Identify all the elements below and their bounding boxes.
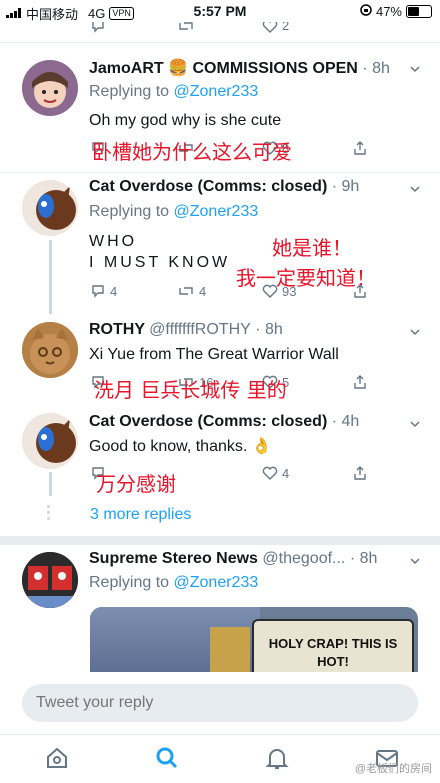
orientation-lock-icon <box>360 4 372 19</box>
avatar[interactable] <box>22 180 78 236</box>
retweet-icon <box>179 287 193 295</box>
reply-count: 4 <box>110 283 118 299</box>
replying-to: Replying to @Zoner233 <box>89 574 259 591</box>
search-icon[interactable] <box>154 745 180 771</box>
tweet-text-line: I MUST KNOW <box>89 254 231 271</box>
heart-icon <box>262 284 278 298</box>
avatar[interactable] <box>22 552 78 608</box>
chevron-down-icon[interactable] <box>410 556 420 566</box>
tweet-actions: 4 4 93 <box>90 283 380 305</box>
avatar[interactable] <box>22 322 78 378</box>
like-button[interactable]: 4 <box>262 465 289 481</box>
tweet-author[interactable]: JamoART 🍔 COMMISSIONS OPEN · 8h <box>89 58 390 78</box>
heart-icon <box>262 466 278 480</box>
like-button[interactable]: 93 <box>262 283 296 299</box>
reply-bar <box>0 672 440 734</box>
caption-overlay: 卧槽她为什么这么可爱 <box>92 140 292 164</box>
reply-input[interactable] <box>22 684 418 722</box>
retweet-button[interactable]: 4 <box>177 283 206 299</box>
tweet-author[interactable]: Cat Overdose (Comms: closed) · 9h <box>89 178 359 196</box>
mention-link[interactable]: @Zoner233 <box>174 203 259 220</box>
caption-overlay: 洗月 巨兵长城传 里的 <box>94 378 287 402</box>
share-icon[interactable] <box>352 465 368 481</box>
chevron-down-icon[interactable] <box>410 419 420 429</box>
replying-to: Replying to @Zoner233 <box>89 83 259 100</box>
tweet-text: Good to know, thanks. 👌 <box>89 438 272 455</box>
like-count: 93 <box>282 283 297 299</box>
caption-overlay: 万分感谢 <box>96 472 176 496</box>
like-count: 4 <box>282 465 290 481</box>
home-icon[interactable] <box>44 745 70 771</box>
replying-to: Replying to @Zoner233 <box>89 203 259 220</box>
tweet-text-line: WHO <box>89 233 138 250</box>
notifications-icon[interactable] <box>264 745 290 771</box>
watermark: @老板们的房间 <box>354 763 432 775</box>
tweet-author[interactable]: Supreme Stereo News @thegoof... · 8h <box>89 550 377 568</box>
avatar[interactable] <box>22 413 78 469</box>
battery-icon <box>406 5 432 18</box>
media-text: HOLY CRAP! THIS IS HOT! <box>268 636 398 669</box>
share-icon[interactable] <box>352 140 368 156</box>
thread-line <box>49 240 52 314</box>
avatar[interactable] <box>22 60 78 116</box>
tweet-text: Xi Yue from The Great Warrior Wall <box>89 346 339 363</box>
status-bar: 中国移动 4G VPN 5:57 PM 47% <box>0 0 440 22</box>
more-replies-link[interactable]: 3 more replies <box>90 506 191 524</box>
reply-button[interactable]: 4 <box>90 283 117 299</box>
chevron-down-icon[interactable] <box>410 64 420 74</box>
chevron-down-icon[interactable] <box>410 327 420 337</box>
reply-icon <box>92 285 104 298</box>
tweet-text: Oh my god why is she cute <box>89 112 282 129</box>
thread-dots <box>47 505 51 523</box>
mention-link[interactable]: @Zoner233 <box>174 574 259 591</box>
divider <box>0 42 440 43</box>
battery-percent: 47% <box>375 4 402 19</box>
share-icon[interactable] <box>352 374 368 390</box>
share-icon[interactable] <box>352 283 368 299</box>
mention-link[interactable]: @Zoner233 <box>174 83 259 100</box>
tweet-author[interactable]: ROTHY @fffffffROTHY · 8h <box>89 321 283 339</box>
retweet-count: 4 <box>199 283 207 299</box>
caption-overlay: 她是谁！ <box>272 236 352 260</box>
thread-line <box>49 472 52 496</box>
section-divider <box>0 536 440 545</box>
divider <box>0 172 440 173</box>
tweet-author[interactable]: Cat Overdose (Comms: closed) · 4h <box>89 413 359 431</box>
chevron-down-icon[interactable] <box>410 184 420 194</box>
